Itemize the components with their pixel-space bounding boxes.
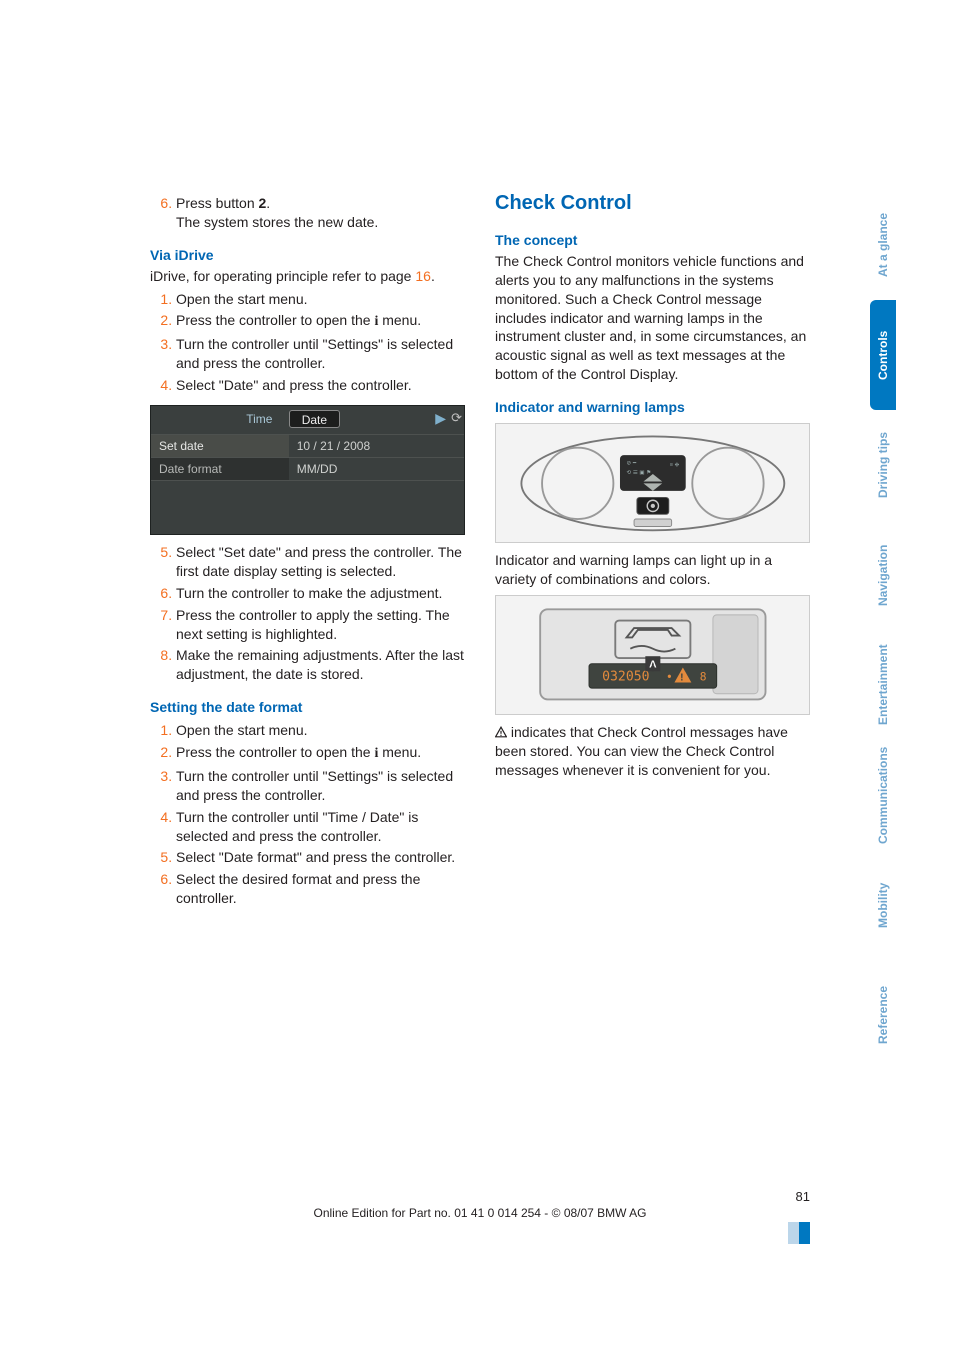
idrive-intro: iDrive, for operating principle refer to… <box>150 267 465 286</box>
screenshot-tab-time: Time <box>236 410 282 428</box>
step-a2-b: menu. <box>378 312 421 328</box>
svg-text:•: • <box>666 671 673 684</box>
page-footer: 81 Online Edition for Part no. 01 41 0 0… <box>150 1189 810 1220</box>
tab-mobility[interactable]: Mobility <box>870 850 896 960</box>
tab-driving-tips[interactable]: Driving tips <box>870 410 896 520</box>
step-c4: Turn the controller until "Time / Date" … <box>176 808 465 846</box>
screenshot-row1-value: 10 / 21 / 2008 <box>289 435 464 457</box>
tab-reference[interactable]: Reference <box>870 960 896 1070</box>
warn-body: indicates that Check Control messages ha… <box>495 724 788 778</box>
svg-text:!: ! <box>680 673 683 684</box>
page-number: 81 <box>150 1189 810 1204</box>
cluster-figure: ⊘ ━ ⟲ ☰ ▣ ⚑ ≡ ❉ <box>495 423 810 543</box>
cluster-illustration: ⊘ ━ ⟲ ☰ ▣ ⚑ ≡ ❉ <box>512 427 794 540</box>
step-6: Press button 2. The system stores the ne… <box>176 194 465 232</box>
screenshot-gear-icon: ⟳ <box>451 410 462 426</box>
step-6-text-a: Press button <box>176 195 259 211</box>
concept-heading: The concept <box>495 231 810 250</box>
left-column: Press button 2. The system stores the ne… <box>150 190 465 918</box>
concept-body: The Check Control monitors vehicle funct… <box>495 252 810 384</box>
screenshot-row-2: Date format MM/DD <box>151 457 464 481</box>
screenshot-row1-label: Set date <box>151 435 289 457</box>
lcd-illustration: 032050 • ! 8 A <box>512 598 794 711</box>
right-column: Check Control The concept The Check Cont… <box>495 190 810 918</box>
idrive-intro-b: . <box>431 268 435 284</box>
svg-text:⊘ ━: ⊘ ━ <box>626 460 636 466</box>
step-b8: Make the remaining adjustments. After th… <box>176 646 465 684</box>
via-idrive-heading: Via iDrive <box>150 246 465 265</box>
screenshot-tab-date: Date <box>289 410 340 428</box>
check-control-heading: Check Control <box>495 190 810 217</box>
warn-paragraph: indicates that Check Control messages ha… <box>495 723 810 780</box>
step-a3: Turn the controller until "Settings" is … <box>176 335 465 373</box>
section-tabs: At a glance Controls Driving tips Naviga… <box>870 190 896 1070</box>
step-b5: Select "Set date" and press the controll… <box>176 543 465 581</box>
svg-text:⟲ ☰ ▣ ⚑: ⟲ ☰ ▣ ⚑ <box>626 469 651 476</box>
screenshot-row-1: Set date 10 / 21 / 2008 <box>151 434 464 457</box>
warning-triangle-icon <box>495 726 507 738</box>
footer-line: Online Edition for Part no. 01 41 0 014 … <box>150 1206 810 1220</box>
step-b6: Turn the controller to make the adjustme… <box>176 584 465 603</box>
step-c3: Turn the controller until "Settings" is … <box>176 767 465 805</box>
svg-text:8: 8 <box>699 671 706 684</box>
step-a1: Open the start menu. <box>176 290 465 309</box>
two-column-layout: Press button 2. The system stores the ne… <box>150 190 810 918</box>
step-c5: Select "Date format" and press the contr… <box>176 848 465 867</box>
lcd-readout: 032050 <box>602 670 650 685</box>
idrive-steps-b: Select "Set date" and press the controll… <box>150 543 465 684</box>
step-a4: Select "Date" and press the controller. <box>176 376 465 395</box>
screenshot-body: Set date 10 / 21 / 2008 Date format MM/D… <box>151 434 464 481</box>
step-c2-b: menu. <box>378 744 421 760</box>
step-a2: Press the controller to open the i menu. <box>176 311 465 332</box>
tab-navigation[interactable]: Navigation <box>870 520 896 630</box>
page-content: Press button 2. The system stores the ne… <box>150 190 810 918</box>
idrive-steps-a: Open the start menu. Press the controlle… <box>150 290 465 395</box>
lamps-body: Indicator and warning lamps can light up… <box>495 551 810 589</box>
idrive-date-screenshot: Time Date ▶ ⟳ Set date 10 / 21 / 2008 Da… <box>150 405 465 535</box>
tab-entertainment[interactable]: Entertainment <box>870 630 896 740</box>
screenshot-tabrow: Time Date ▶ ⟳ <box>151 410 464 432</box>
step-c2-a: Press the controller to open the <box>176 744 374 760</box>
step-6-line2: The system stores the new date. <box>176 214 378 230</box>
lcd-figure: 032050 • ! 8 A <box>495 595 810 715</box>
step-c2: Press the controller to open the i menu. <box>176 743 465 764</box>
screenshot-arrow-icon: ▶ <box>435 410 446 427</box>
footer-corner-mark <box>788 1222 810 1244</box>
step-list-continue: Press button 2. The system stores the ne… <box>150 194 465 232</box>
svg-text:≡ ❉: ≡ ❉ <box>669 461 679 468</box>
page-ref-16[interactable]: 16 <box>415 268 431 284</box>
tab-communications[interactable]: Communications <box>870 740 896 850</box>
tab-at-a-glance[interactable]: At a glance <box>870 190 896 300</box>
step-a2-a: Press the controller to open the <box>176 312 374 328</box>
screenshot-row2-value: MM/DD <box>289 458 464 480</box>
lamps-heading: Indicator and warning lamps <box>495 398 810 417</box>
step-c1: Open the start menu. <box>176 721 465 740</box>
date-format-steps: Open the start menu. Press the controlle… <box>150 721 465 908</box>
tab-controls[interactable]: Controls <box>870 300 896 410</box>
idrive-intro-a: iDrive, for operating principle refer to… <box>150 268 415 284</box>
screenshot-row2-label: Date format <box>151 458 289 480</box>
step-c6: Select the desired format and press the … <box>176 870 465 908</box>
date-format-heading: Setting the date format <box>150 698 465 717</box>
step-b7: Press the controller to apply the settin… <box>176 606 465 644</box>
step-6-text-b: . <box>266 195 270 211</box>
